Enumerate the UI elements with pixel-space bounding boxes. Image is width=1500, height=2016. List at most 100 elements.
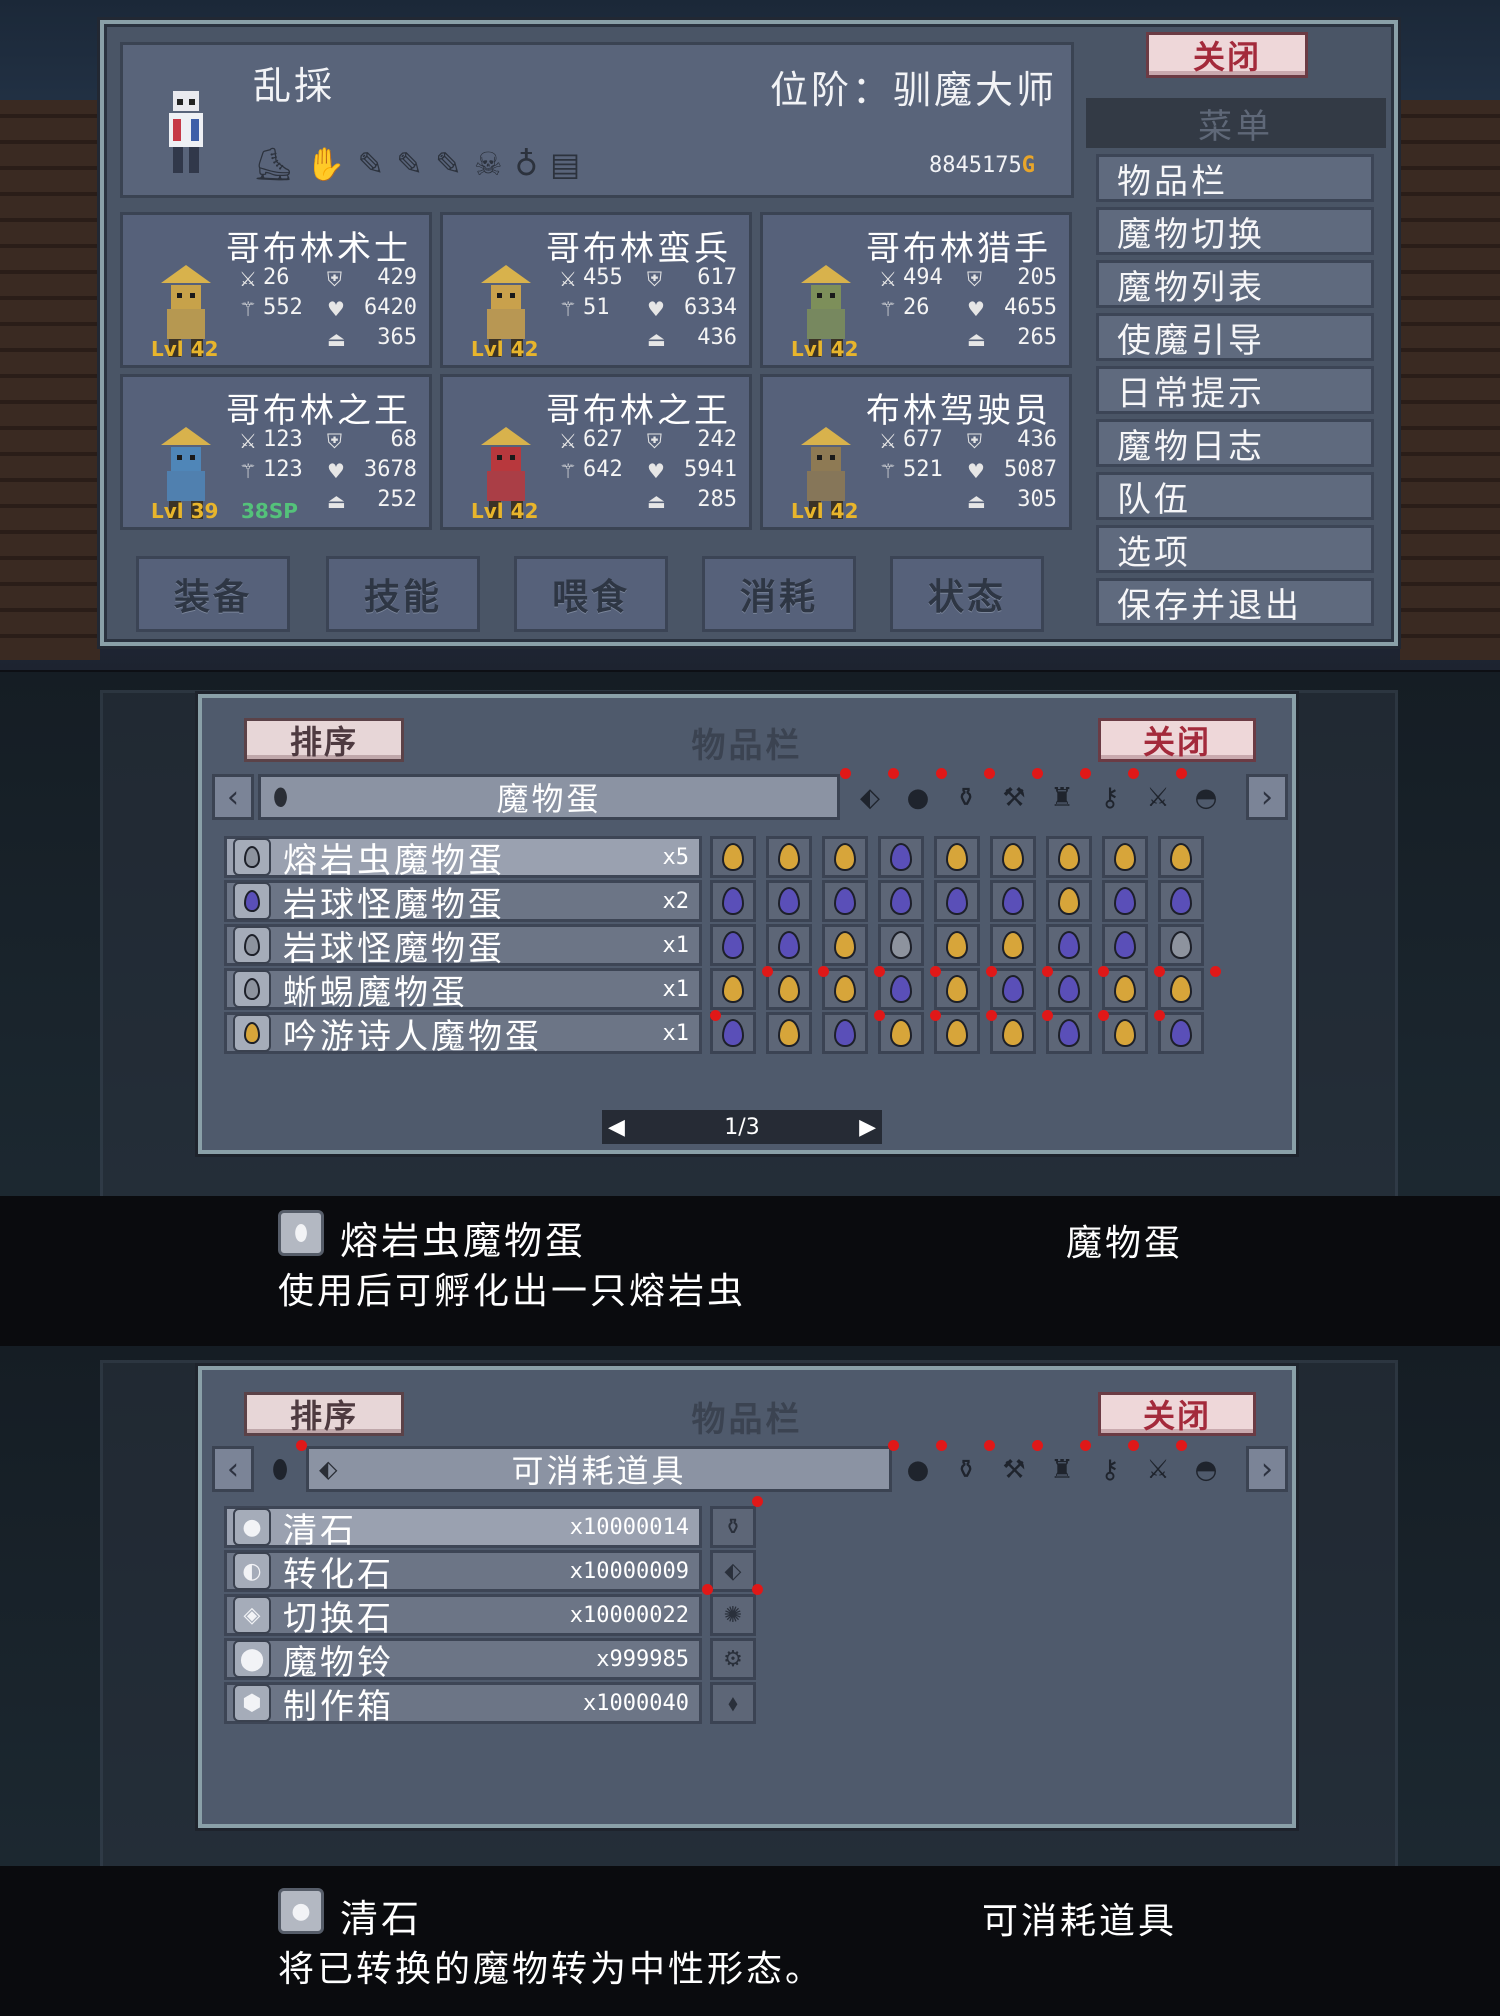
item-slot[interactable]: [1046, 836, 1092, 878]
helmet-category-icon[interactable]: ◓: [1184, 1450, 1228, 1490]
tab-equipment[interactable]: 装备: [136, 556, 290, 632]
item-slot[interactable]: [766, 924, 812, 966]
tab-status[interactable]: 状态: [890, 556, 1044, 632]
item-slot[interactable]: [766, 1012, 812, 1054]
close-button[interactable]: 关闭: [1098, 1392, 1256, 1436]
item-slot[interactable]: [934, 1012, 980, 1054]
tab-skills[interactable]: 技能: [326, 556, 480, 632]
monster-card[interactable]: 哥布林术士 ⚔ 26 ⛨ 429 ⚚ 552 ♥ 6420 ⏏ 365 Lvl 42: [120, 212, 432, 368]
item-slot[interactable]: [1158, 1012, 1204, 1054]
egg-category-icon[interactable]: ⬮: [258, 1450, 302, 1490]
item-slot[interactable]: [990, 1012, 1036, 1054]
item-slot[interactable]: [1158, 968, 1204, 1010]
hammer-category-icon[interactable]: ⚒: [992, 778, 1036, 818]
bomb-category-icon[interactable]: ●: [896, 1450, 940, 1490]
item-slot[interactable]: [934, 968, 980, 1010]
item-slot[interactable]: [710, 968, 756, 1010]
item-slot[interactable]: [934, 924, 980, 966]
menu-item-monster-switch[interactable]: 魔物切换: [1096, 207, 1374, 255]
item-slot[interactable]: [1046, 924, 1092, 966]
item-slot[interactable]: [1046, 880, 1092, 922]
list-item[interactable]: 岩球怪魔物蛋 x2: [224, 880, 702, 925]
category-next-button[interactable]: ›: [1246, 774, 1288, 820]
item-slot[interactable]: [1158, 924, 1204, 966]
helmet-category-icon[interactable]: ◓: [1184, 778, 1228, 818]
item-slot[interactable]: [1102, 880, 1148, 922]
list-item[interactable]: 蜥蜴魔物蛋 x1: [224, 968, 702, 1013]
tab-consume[interactable]: 消耗: [702, 556, 856, 632]
monster-card[interactable]: 哥布林猎手 ⚔ 494 ⛨ 205 ⚚ 26 ♥ 4655 ⏏ 265 Lvl 42: [760, 212, 1072, 368]
menu-item-familiar-guide[interactable]: 使魔引导: [1096, 313, 1374, 361]
list-item[interactable]: ◐ 转化石 x10000009: [224, 1550, 702, 1595]
list-item[interactable]: ⬢ 制作箱 x1000040: [224, 1682, 702, 1727]
item-slot[interactable]: [1158, 836, 1204, 878]
item-slot[interactable]: [710, 880, 756, 922]
bomb-category-icon[interactable]: ●: [896, 778, 940, 818]
item-slot[interactable]: ✺: [710, 1594, 756, 1636]
monster-card[interactable]: 哥布林蛮兵 ⚔ 455 ⛨ 617 ⚚ 51 ♥ 6334 ⏏ 436 Lvl 42: [440, 212, 752, 368]
item-slot[interactable]: [990, 968, 1036, 1010]
key-category-icon[interactable]: ⚷: [1088, 1450, 1132, 1490]
tab-feed[interactable]: 喂食: [514, 556, 668, 632]
item-slot[interactable]: [710, 836, 756, 878]
stone-category-icon[interactable]: ⬖: [848, 778, 892, 818]
item-slot[interactable]: [822, 1012, 868, 1054]
menu-item-monster-journal[interactable]: 魔物日志: [1096, 419, 1374, 467]
item-slot[interactable]: [1102, 1012, 1148, 1054]
list-item[interactable]: ⬤ 魔物铃 x999985: [224, 1638, 702, 1683]
item-slot[interactable]: [1102, 924, 1148, 966]
item-slot[interactable]: [990, 836, 1036, 878]
statue-category-icon[interactable]: ♜: [1040, 1450, 1084, 1490]
list-item[interactable]: 吟游诗人魔物蛋 x1: [224, 1012, 702, 1057]
item-slot[interactable]: [878, 1012, 924, 1054]
item-slot[interactable]: [766, 880, 812, 922]
item-slot[interactable]: [878, 924, 924, 966]
page-prev-icon[interactable]: ◀: [608, 1115, 625, 1140]
potion-category-icon[interactable]: ⚱: [944, 1450, 988, 1490]
item-slot[interactable]: [990, 924, 1036, 966]
item-slot[interactable]: [822, 880, 868, 922]
hammer-category-icon[interactable]: ⚒: [992, 1450, 1036, 1490]
menu-item-save-quit[interactable]: 保存并退出: [1096, 578, 1374, 626]
item-slot[interactable]: ⬖: [710, 1550, 756, 1592]
item-slot[interactable]: [710, 924, 756, 966]
list-item[interactable]: ● 清石 x10000014: [224, 1506, 702, 1551]
category-next-button[interactable]: ›: [1246, 1446, 1288, 1492]
potion-category-icon[interactable]: ⚱: [944, 778, 988, 818]
monster-card[interactable]: 哥布林之王 ⚔ 627 ⛨ 242 ⚚ 642 ♥ 5941 ⏏ 285 Lvl 42: [440, 374, 752, 530]
category-prev-button[interactable]: ‹: [212, 1446, 254, 1492]
key-category-icon[interactable]: ⚷: [1088, 778, 1132, 818]
item-slot[interactable]: [766, 968, 812, 1010]
close-button[interactable]: 关闭: [1146, 32, 1308, 78]
category-prev-button[interactable]: ‹: [212, 774, 254, 820]
list-item[interactable]: 熔岩虫魔物蛋 x5: [224, 836, 702, 881]
item-slot[interactable]: [822, 924, 868, 966]
item-slot[interactable]: [822, 968, 868, 1010]
item-slot[interactable]: ⬧: [710, 1682, 756, 1724]
sword-category-icon[interactable]: ⚔: [1136, 1450, 1180, 1490]
item-slot[interactable]: [878, 968, 924, 1010]
menu-item-monster-list[interactable]: 魔物列表: [1096, 260, 1374, 308]
item-slot[interactable]: [1102, 968, 1148, 1010]
menu-item-party[interactable]: 队伍: [1096, 472, 1374, 520]
item-slot[interactable]: ⚙: [710, 1638, 756, 1680]
item-slot[interactable]: [878, 880, 924, 922]
item-slot[interactable]: [1046, 1012, 1092, 1054]
item-slot[interactable]: [1158, 880, 1204, 922]
item-slot[interactable]: [1046, 968, 1092, 1010]
menu-item-inventory[interactable]: 物品栏: [1096, 154, 1374, 202]
menu-item-daily-tips[interactable]: 日常提示: [1096, 366, 1374, 414]
item-slot[interactable]: ⚱: [710, 1506, 756, 1548]
item-slot[interactable]: [934, 880, 980, 922]
item-slot[interactable]: [822, 836, 868, 878]
list-item[interactable]: ◈ 切换石 x10000022: [224, 1594, 702, 1639]
monster-card[interactable]: 哥布林之王 ⚔ 123 ⛨ 68 ⚚ 123 ♥ 3678 ⏏ 252 Lvl 39 38SP: [120, 374, 432, 530]
item-slot[interactable]: [766, 836, 812, 878]
page-next-icon[interactable]: ▶: [859, 1115, 876, 1140]
close-button[interactable]: 关闭: [1098, 718, 1256, 762]
item-slot[interactable]: [1102, 836, 1148, 878]
item-slot[interactable]: [990, 880, 1036, 922]
item-slot[interactable]: [878, 836, 924, 878]
monster-card[interactable]: 布林驾驶员 ⚔ 677 ⛨ 436 ⚚ 521 ♥ 5087 ⏏ 305 Lvl 42: [760, 374, 1072, 530]
sword-category-icon[interactable]: ⚔: [1136, 778, 1180, 818]
